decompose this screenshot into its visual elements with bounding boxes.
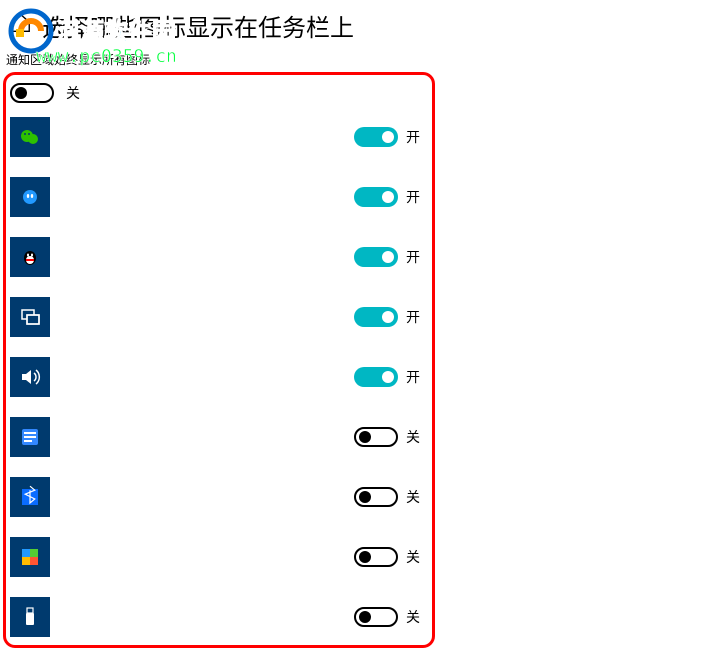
app-toggle-label: 开 [406,127,420,147]
app-row: 关 [10,467,426,527]
master-toggle-row: 关 [10,79,426,107]
app-toggle-cell: 开 [354,187,420,207]
app-toggle-label: 关 [406,607,420,627]
app-toggle-cell: 关 [354,487,420,507]
app-toggle[interactable] [354,307,398,327]
subtitle: 通知区域始终显示所有图标 [0,47,709,68]
app-toggle-cell: 开 [354,247,420,267]
app-row: 开 [10,347,426,407]
baidu-icon [10,177,50,217]
back-home-icon[interactable] [10,12,32,40]
app-toggle-cell: 开 [354,307,420,327]
app-toggle[interactable] [354,487,398,507]
defender-icon [10,537,50,577]
app-toggle-cell: 开 [354,367,420,387]
app-row: 开 [10,287,426,347]
app-toggle-cell: 关 [354,607,420,627]
app-row: 关 [10,587,426,647]
app-toggle[interactable] [354,367,398,387]
app-toggle-label: 关 [406,487,420,507]
system-icon [10,417,50,457]
app-toggle-label: 关 [406,427,420,447]
app-toggle[interactable] [354,427,398,447]
master-toggle[interactable] [10,83,54,103]
app-toggle-label: 开 [406,247,420,267]
app-toggle[interactable] [354,607,398,627]
app-toggle[interactable] [354,247,398,267]
master-toggle-label: 关 [66,83,80,103]
app-toggle-label: 开 [406,367,420,387]
app-toggle[interactable] [354,187,398,207]
app-toggle-cell: 关 [354,427,420,447]
app-toggle-cell: 关 [354,547,420,567]
app-toggle-label: 开 [406,307,420,327]
app-row: 关 [10,407,426,467]
header: 选择哪些图标显示在任务栏上 [0,0,709,47]
app-row: 开 [10,107,426,167]
app-toggle[interactable] [354,127,398,147]
app-toggle-cell: 开 [354,127,420,147]
app-row: 开 [10,167,426,227]
app-row: 关 [10,527,426,587]
network-icon [10,297,50,337]
wechat-icon [10,117,50,157]
page-title: 选择哪些图标显示在任务栏上 [42,8,354,43]
qq-icon [10,237,50,277]
app-list: 开 开 开 开 开 关 关 关 关 [10,107,426,647]
highlight-box: 关 开 开 开 开 开 关 关 关 关 [3,72,435,648]
app-toggle-label: 关 [406,547,420,567]
app-toggle-label: 开 [406,187,420,207]
app-toggle[interactable] [354,547,398,567]
usb-icon [10,597,50,637]
volume-icon [10,357,50,397]
app-row: 开 [10,227,426,287]
bluetooth-icon [10,477,50,517]
